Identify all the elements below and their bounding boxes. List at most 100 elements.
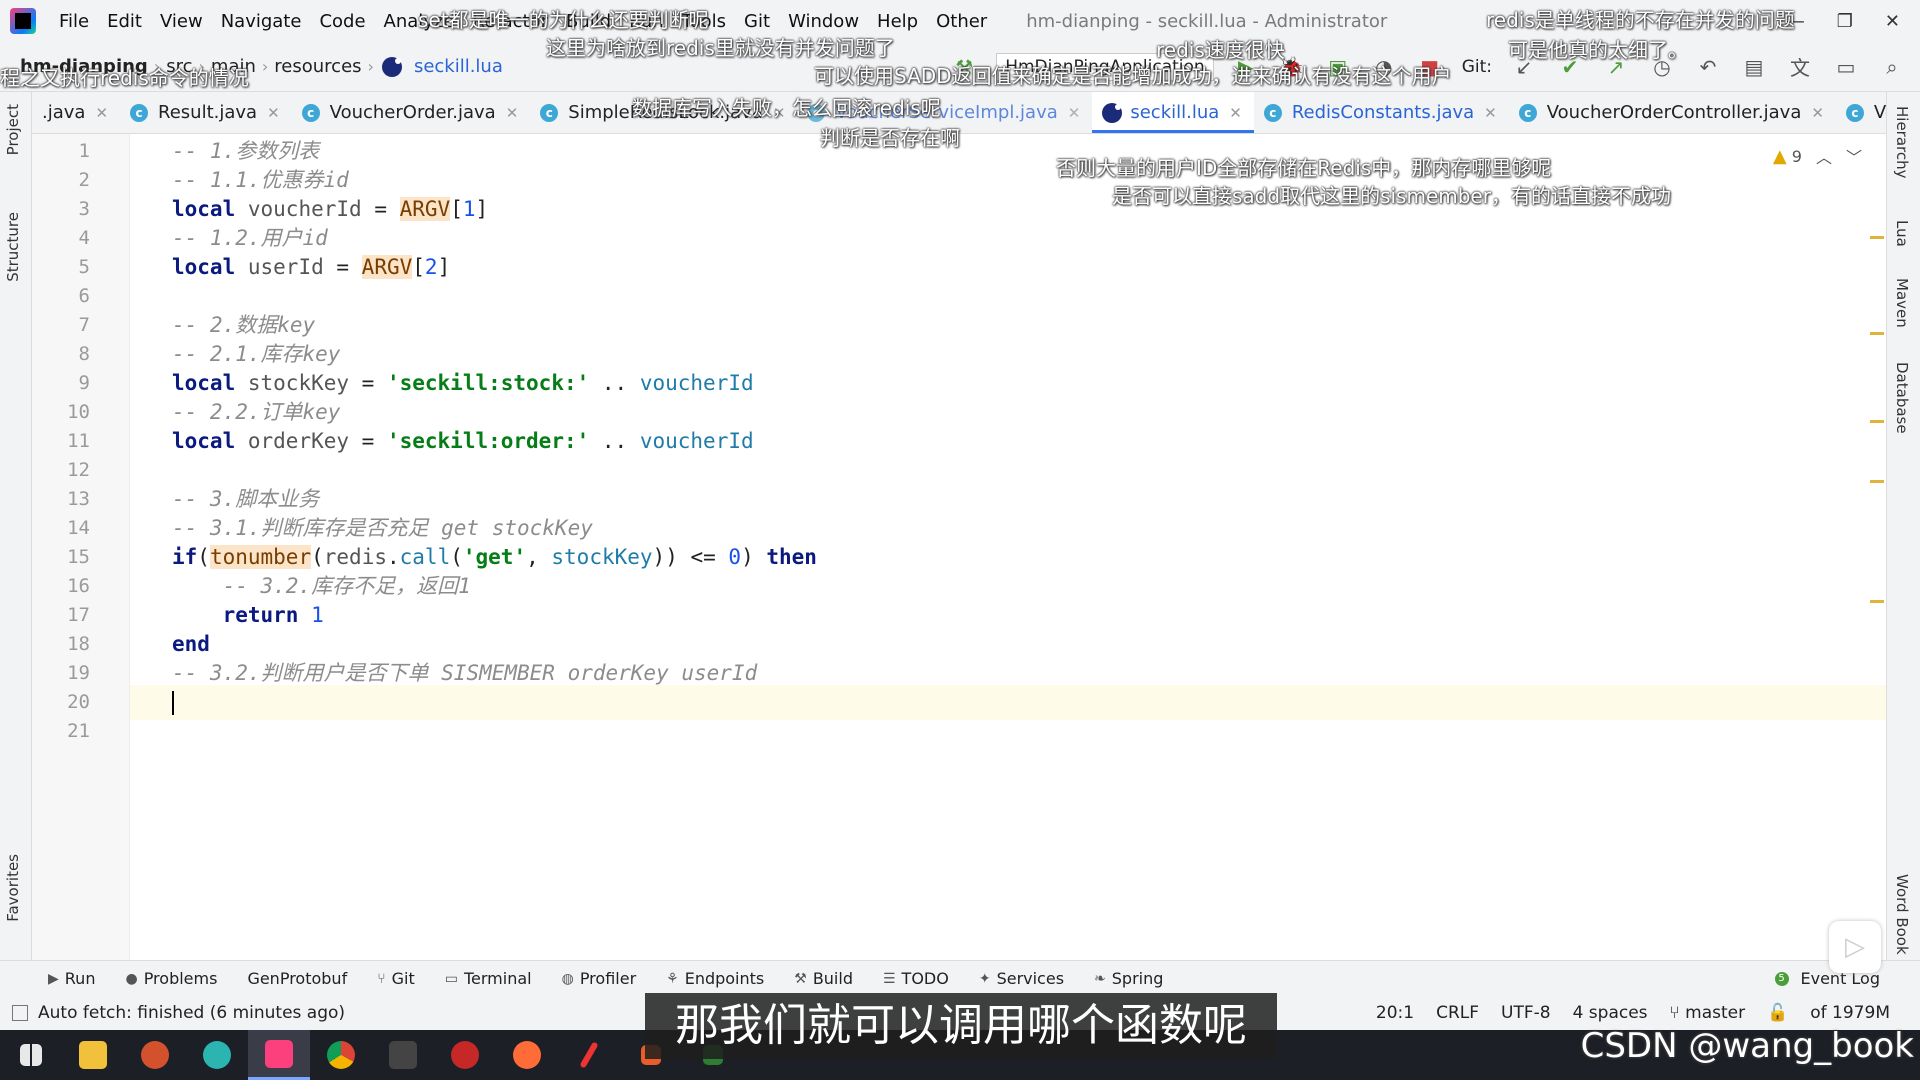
close-tab-icon[interactable]: ✕ [1068,104,1081,122]
tool-window-lua[interactable]: Lua [1893,220,1911,247]
tool-spring[interactable]: ❧ Spring [1079,969,1178,988]
indent-setting[interactable]: 4 spaces [1573,1003,1648,1023]
close-tab-icon[interactable]: ✕ [95,104,108,122]
toggle-tool-windows-icon[interactable] [12,1005,28,1021]
tool-window-favorites[interactable]: Favorites [4,854,22,922]
tool-profiler[interactable]: ◍ Profiler [547,969,652,988]
danmaku-comment: set都是唯一的为什么还要判断呢 [418,8,709,32]
file-encoding[interactable]: UTF-8 [1501,1003,1551,1023]
windows-start-icon[interactable] [0,1030,62,1080]
postman-icon[interactable] [496,1030,558,1080]
warning-marker[interactable] [1870,332,1884,335]
code-editor[interactable]: 1 -- 1.参数列表 2 -- 1.1.优惠券id 3 local voucherI… [32,134,1886,960]
tool-endpoints[interactable]: ⚘ Endpoints [651,969,779,988]
tab-voucher[interactable]: c Voucher [1836,92,1886,133]
powerpoint-icon[interactable] [124,1030,186,1080]
intellij-taskbar-icon[interactable] [248,1030,310,1080]
maximize-icon[interactable]: ❐ [1837,11,1853,32]
tab-seckill-lua[interactable]: seckill.lua ✕ [1092,92,1254,133]
tool-terminal[interactable]: ▭ Terminal [430,969,547,988]
menu-code[interactable]: Code [310,11,374,32]
line-number: 21 [67,720,90,742]
close-window-icon[interactable]: ✕ [1885,11,1900,32]
tool-window-database[interactable]: Database [1893,362,1911,434]
menu-edit[interactable]: Edit [98,11,151,32]
tab-label: Voucher [1873,102,1886,123]
tab-redis-constants-java[interactable]: c RedisConstants.java ✕ [1254,92,1509,133]
danmaku-comment: 程之又执行redis命令的情况 [0,66,249,90]
breadcrumb-file[interactable]: seckill.lua [408,56,509,77]
tool-genprotobuf[interactable]: GenProtobuf [232,969,362,988]
file-explorer-icon[interactable] [62,1030,124,1080]
edge-browser-icon[interactable] [186,1030,248,1080]
tool-label: Endpoints [684,969,765,988]
tool-label: Build [812,969,853,988]
inspection-widget[interactable]: ▲ 9 ︿ ﹀ [1773,144,1862,168]
tool-run[interactable]: ▶ Run [0,969,110,988]
close-tab-icon[interactable]: ✕ [1811,104,1824,122]
warning-marker[interactable] [1870,480,1884,483]
info-icon: ● [125,970,138,987]
caret-position[interactable]: 20:1 [1376,1003,1414,1023]
code-line[interactable]: 21 [67,714,1886,749]
chevron-down-icon[interactable]: ﹀ [1846,144,1862,168]
menu-file[interactable]: File [50,11,98,32]
tool-services[interactable]: ✦ Services [964,969,1079,988]
pen-tool-icon[interactable] [558,1030,620,1080]
menu-navigate[interactable]: Navigate [212,11,311,32]
terminal-taskbar-icon[interactable] [372,1030,434,1080]
lock-icon[interactable]: 🔓 [1767,1003,1788,1023]
tab-voucher-order-controller-java[interactable]: c VoucherOrderController.java ✕ [1509,92,1836,133]
tool-window-hierarchy[interactable]: Hierarchy [1893,106,1911,179]
menu-git[interactable]: Git [735,11,779,32]
code-area[interactable]: 1 -- 1.参数列表 2 -- 1.1.优惠券id 3 local voucherI… [67,134,1886,960]
tool-git[interactable]: ⑂ Git [362,969,430,988]
menu-help[interactable]: Help [868,11,927,32]
warning-marker[interactable] [1870,236,1884,239]
line-separator[interactable]: CRLF [1436,1003,1479,1023]
tool-window-word-book[interactable]: Word Book [1893,874,1911,955]
memory-indicator[interactable]: of 1979M [1810,1003,1890,1023]
list-icon: ☰ [882,970,896,987]
video-subtitle: 那我们就可以调用哪个函数呢 [645,993,1277,1059]
tab-label: RedisConstants.java [1291,102,1475,123]
tool-build[interactable]: ⚒ Build [779,969,868,988]
search-icon[interactable]: ⌕ [1878,53,1906,81]
tab-label: Result.java [158,102,258,123]
terminal-icon: ▭ [444,970,458,987]
tool-label: Run [64,969,96,988]
menu-view[interactable]: View [151,11,212,32]
lua-file-icon [381,56,402,77]
git-branch[interactable]: ⑂ master [1670,1003,1746,1023]
warning-marker[interactable] [1870,600,1884,603]
tool-window-maven[interactable]: Maven [1893,278,1911,328]
translate-icon[interactable]: 文 [1786,53,1814,81]
tab-java[interactable]: .java ✕ [32,92,120,133]
git-label: Git: [1461,56,1492,77]
inspection-warning[interactable]: ▲ 9 [1773,146,1802,167]
tool-window-project[interactable]: Project [4,104,22,155]
tool-window-structure[interactable]: Structure [4,212,22,282]
close-tab-icon[interactable]: ✕ [267,104,280,122]
menu-other[interactable]: Other [927,11,996,32]
editor-scrollbar[interactable] [1866,134,1886,960]
warning-marker[interactable] [1870,420,1884,423]
rollback-icon[interactable]: ↶ [1694,53,1722,81]
close-tab-icon[interactable]: ✕ [1484,104,1497,122]
tab-voucher-order-java[interactable]: c VoucherOrder.java ✕ [292,92,531,133]
tool-todo[interactable]: ☰ TODO [868,969,964,988]
video-play-icon[interactable]: ▷ [1829,921,1881,973]
menu-window[interactable]: Window [779,11,868,32]
chevron-up-icon[interactable]: ︿ [1816,144,1832,168]
tool-problems[interactable]: ● Problems [110,969,232,988]
close-tab-icon[interactable]: ✕ [506,104,519,122]
breadcrumb-resources[interactable]: resources [268,56,367,77]
tab-result-java[interactable]: c Result.java ✕ [120,92,292,133]
redis-desktop-icon[interactable] [434,1030,496,1080]
tool-label: Terminal [463,969,532,988]
close-tab-icon[interactable]: ✕ [1229,104,1242,122]
presentation-icon[interactable]: ▭ [1832,53,1860,81]
chrome-icon[interactable] [310,1030,372,1080]
tool-label: Problems [143,969,218,988]
project-structure-icon[interactable]: ▤ [1740,53,1768,81]
